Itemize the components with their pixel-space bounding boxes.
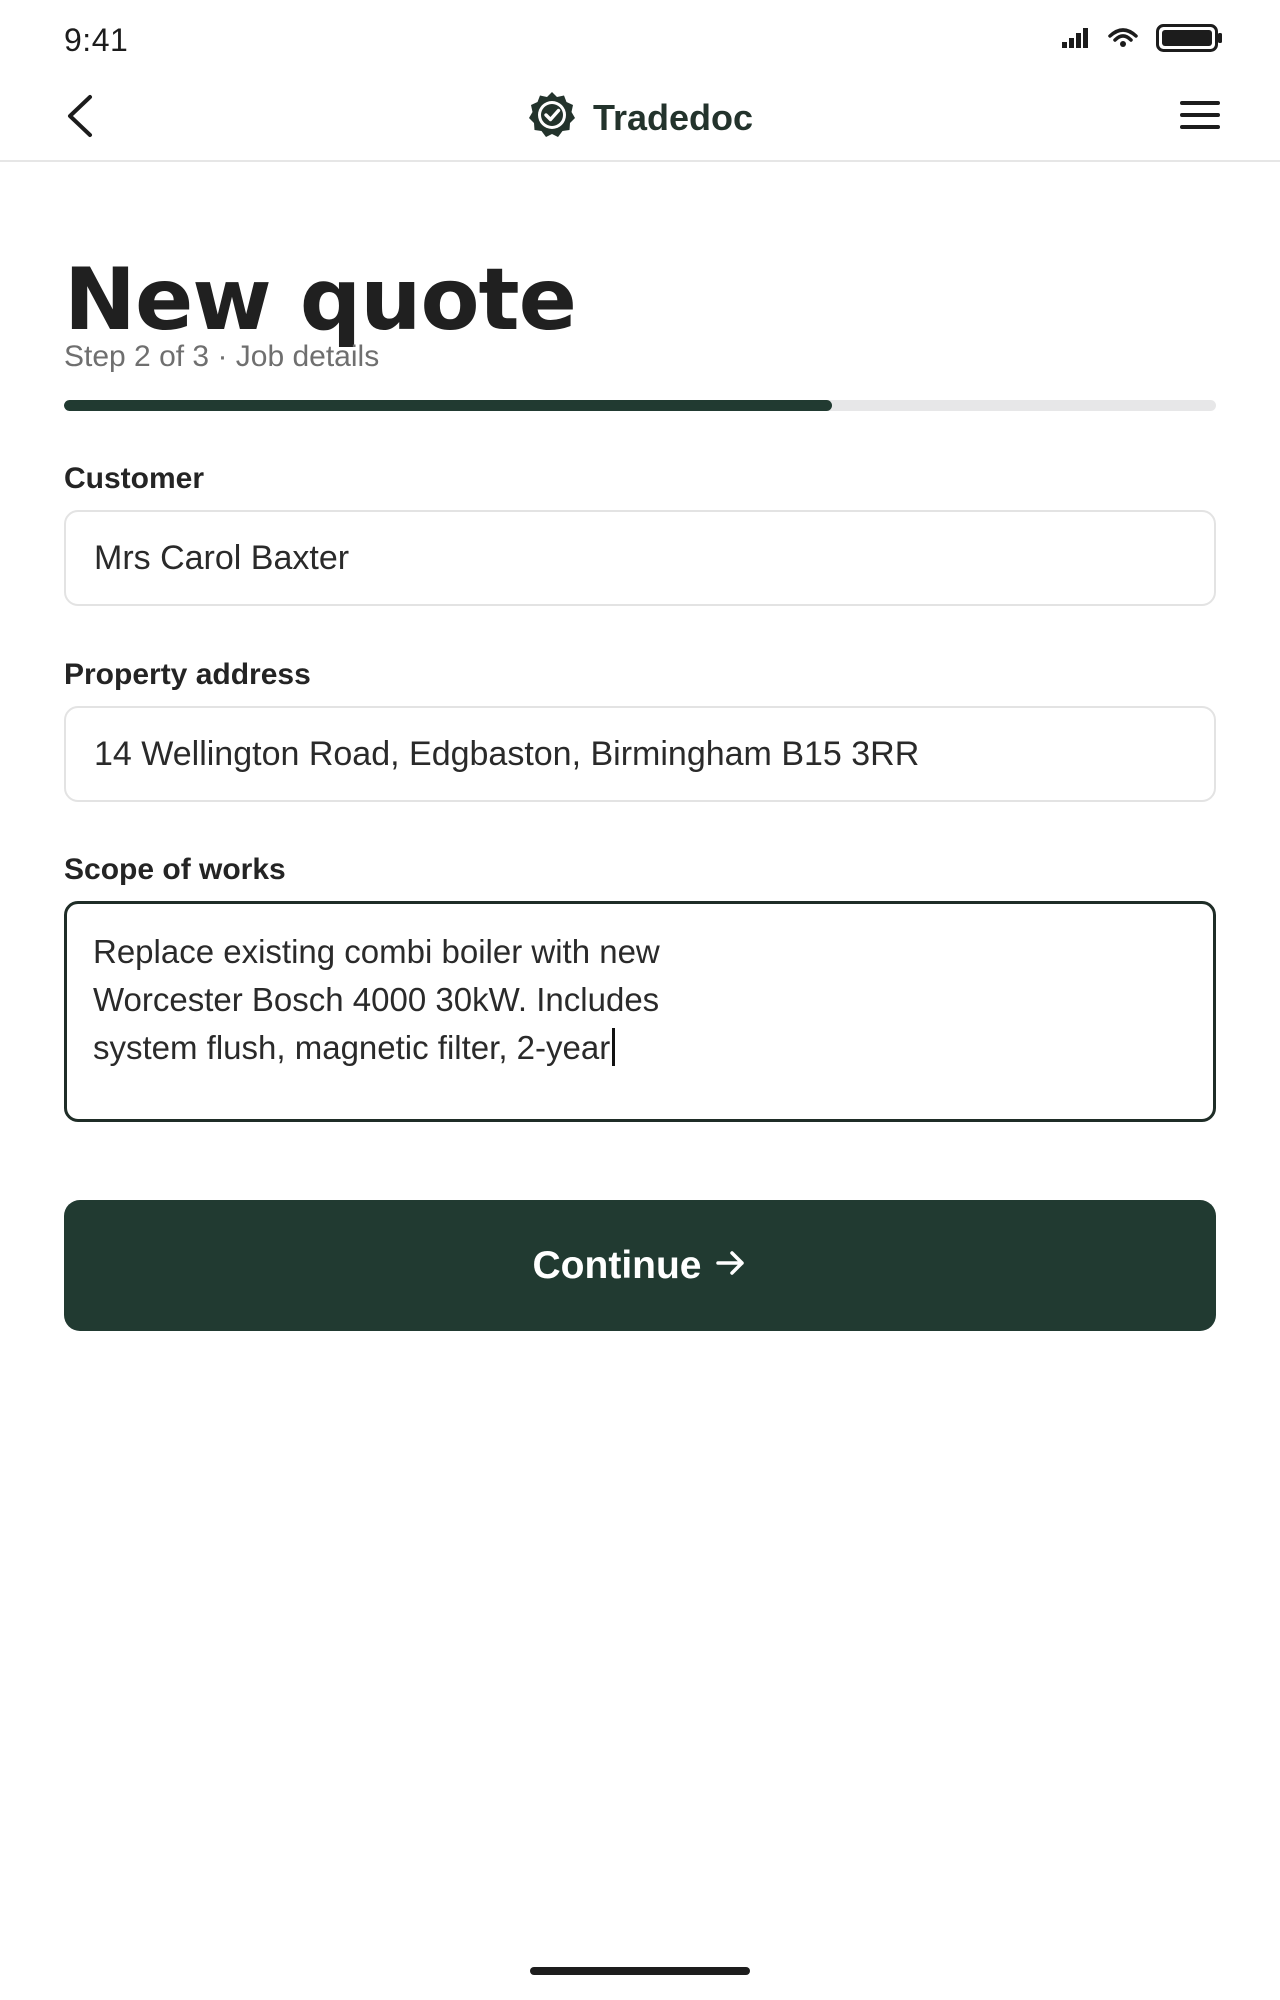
address-label: Property address bbox=[64, 658, 311, 691]
hamburger-menu-icon bbox=[1180, 99, 1220, 136]
home-indicator[interactable] bbox=[530, 1967, 750, 1975]
battery-icon bbox=[1156, 23, 1224, 57]
customer-label: Customer bbox=[64, 462, 205, 495]
brand: Tradedoc bbox=[0, 90, 1280, 145]
step-indicator: Step 2 of 3 · Job details bbox=[64, 340, 380, 373]
menu-button[interactable] bbox=[1178, 92, 1222, 142]
new-quote-screen: 9:41 Tradedoc New quote Step 2 of 3 · Jo… bbox=[0, 0, 1280, 2000]
signal-icon bbox=[1062, 27, 1090, 53]
progress-fill bbox=[64, 400, 833, 411]
badge-check-icon bbox=[527, 90, 577, 145]
status-bar: 9:41 bbox=[0, 0, 1280, 80]
arrow-right-icon bbox=[715, 1244, 747, 1288]
continue-label: Continue bbox=[532, 1243, 702, 1287]
scope-line-last: system flush, magnetic filter, 2-year bbox=[93, 1024, 1187, 1072]
app-header: Tradedoc bbox=[0, 80, 1280, 162]
scope-of-works-textarea[interactable]: Replace existing combi boiler with new W… bbox=[64, 901, 1216, 1122]
page-title: New quote bbox=[64, 250, 577, 350]
scope-label: Scope of works bbox=[64, 853, 286, 886]
property-address-field[interactable]: 14 Wellington Road, Edgbaston, Birmingha… bbox=[64, 706, 1216, 802]
scope-line: Worcester Bosch 4000 30kW. Includes bbox=[93, 981, 660, 1018]
customer-field[interactable]: Mrs Carol Baxter bbox=[64, 510, 1216, 606]
status-time: 9:41 bbox=[64, 22, 129, 58]
status-icons bbox=[1062, 18, 1224, 62]
progress-bar bbox=[64, 400, 1216, 411]
customer-value: Mrs Carol Baxter bbox=[94, 538, 350, 577]
continue-button[interactable]: Continue bbox=[64, 1200, 1216, 1331]
text-cursor bbox=[612, 1028, 616, 1066]
scope-line-text: system flush, magnetic filter, 2-year bbox=[93, 1029, 611, 1066]
brand-name: Tradedoc bbox=[592, 96, 754, 138]
address-value: 14 Wellington Road, Edgbaston, Birmingha… bbox=[94, 734, 920, 773]
scope-line: Replace existing combi boiler with new bbox=[93, 933, 660, 970]
wifi-icon bbox=[1108, 27, 1138, 54]
